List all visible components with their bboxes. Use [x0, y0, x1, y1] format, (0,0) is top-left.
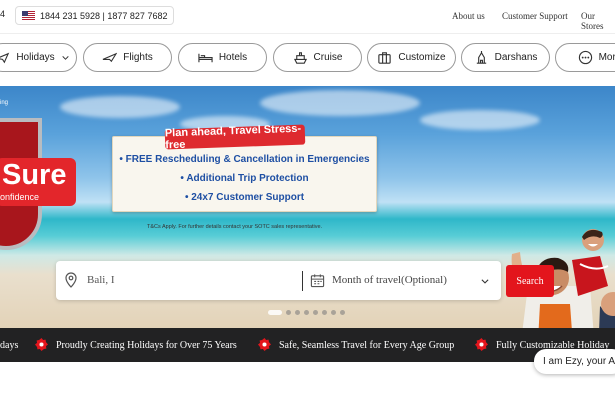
cloud: [260, 90, 420, 116]
badge-icon: [35, 338, 48, 351]
callout-line: • 24x7 Customer Support: [184, 192, 305, 203]
carousel-dot[interactable]: [304, 310, 309, 315]
phone-numbers[interactable]: 1844 231 5928 | 1877 827 7682: [15, 6, 175, 25]
search-bar: Bali, I Month of travel(Optional): [56, 261, 501, 300]
badge-icon: [258, 338, 271, 351]
carousel-dot[interactable]: [313, 310, 318, 315]
calendar-icon: [310, 274, 325, 288]
carousel-dot[interactable]: [322, 310, 327, 315]
carousel-dot[interactable]: [286, 310, 291, 315]
search-button[interactable]: Search: [506, 265, 554, 297]
bed-icon: [198, 53, 213, 63]
badge-subtitle: onfidence: [0, 192, 40, 202]
nav-cruise-label: Cruise: [313, 52, 343, 63]
search-divider: [302, 271, 303, 291]
usp-ticker: days Proudly Creating Holidays for Over …: [0, 328, 615, 362]
ticker-item: Safe, Seamless Travel for Every Age Grou…: [279, 340, 455, 351]
hero-banner[interactable]: ing Sure onfidence • FREE Rescheduling &…: [0, 86, 615, 328]
location-pin-icon: [65, 272, 77, 288]
nav-hotels-label: Hotels: [218, 52, 248, 63]
temple-icon: [476, 50, 486, 64]
phone-numbers-text: 1844 231 5928 | 1877 827 7682: [40, 10, 168, 21]
cloud: [60, 96, 180, 118]
month-select[interactable]: Month of travel(Optional): [332, 274, 447, 286]
plane-icon: [102, 52, 118, 63]
chevron-down-icon[interactable]: [480, 276, 490, 286]
carousel-dot[interactable]: [340, 310, 345, 315]
customer-support-link[interactable]: Customer Support: [502, 11, 568, 21]
callout-heading: Plan ahead, Travel Stress-free: [165, 123, 306, 151]
about-us-link[interactable]: About us: [452, 11, 485, 21]
callout-line: • Additional Trip Protection: [180, 173, 309, 184]
phone-fragment: 4: [0, 9, 6, 19]
disclaimer: T&Cs Apply. For further details contact …: [147, 224, 323, 230]
nav-darshans[interactable]: Darshans: [461, 43, 550, 72]
corner-text: ing: [0, 100, 9, 106]
nav-customize-label: Customize: [398, 52, 446, 63]
more-icon: [578, 50, 592, 65]
our-stores-link[interactable]: Our Stores: [581, 11, 615, 31]
nav-cruise[interactable]: Cruise: [273, 43, 362, 72]
plane-icon: [0, 52, 10, 64]
nav-darshans-label: Darshans: [494, 52, 538, 63]
nav-flights-label: Flights: [123, 52, 153, 63]
badge-icon: [475, 338, 488, 351]
ticker-item: Proudly Creating Holidays for Over 75 Ye…: [56, 340, 237, 351]
nav-holidays-label: Holidays: [16, 52, 55, 63]
carousel-dot[interactable]: [331, 310, 336, 315]
chat-text: I am Ezy, your AI: [543, 356, 615, 367]
badge-word: Sure: [2, 159, 67, 191]
us-flag-icon: [22, 11, 35, 20]
callout-line: • FREE Rescheduling & Cancellation in Em…: [119, 154, 370, 165]
nav-holidays[interactable]: Holidays: [0, 43, 77, 72]
ship-icon: [293, 52, 307, 64]
category-nav: Holidays Flights Hotels Cruise Customize…: [0, 40, 615, 76]
carousel-dots: [268, 310, 345, 315]
cloud: [420, 110, 540, 130]
destination-input[interactable]: Bali, I: [87, 274, 115, 286]
ticker-item: days: [0, 340, 19, 351]
nav-more-label: More: [598, 52, 615, 63]
nav-customize[interactable]: Customize: [367, 43, 456, 72]
nav-hotels[interactable]: Hotels: [178, 43, 267, 72]
nav-flights[interactable]: Flights: [83, 43, 172, 72]
suitcase-icon: [378, 52, 392, 64]
chevron-down-icon: [62, 56, 69, 60]
carousel-dot[interactable]: [268, 310, 282, 315]
carousel-dot[interactable]: [295, 310, 300, 315]
top-bar: 4 1844 231 5928 | 1877 827 7682 About us…: [0, 0, 615, 34]
sure-badge: Sure onfidence: [0, 158, 76, 206]
nav-more[interactable]: More: [555, 43, 615, 72]
ai-chat-bubble[interactable]: I am Ezy, your AI: [534, 349, 615, 374]
